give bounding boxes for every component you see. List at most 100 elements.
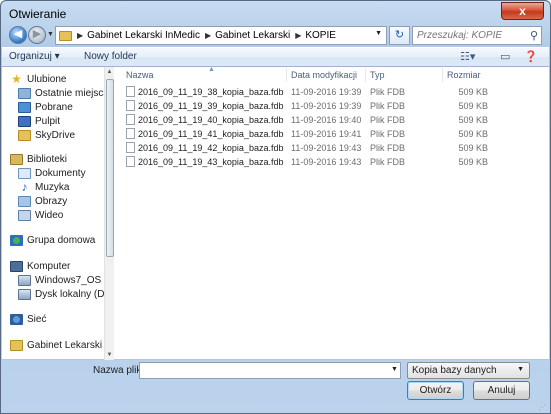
breadcrumb-item[interactable]: KOPIE: [305, 30, 336, 41]
drive-icon: [18, 288, 31, 300]
file-type: Plik FDB: [370, 129, 406, 139]
refresh-icon: ↻: [394, 29, 405, 41]
close-icon: x: [519, 4, 526, 18]
view-options-icon[interactable]: ☷▾: [460, 50, 475, 63]
breadcrumb-item[interactable]: Gabinet Lekarski ▶: [215, 30, 305, 41]
nav-item-favorites[interactable]: ★ Ulubione: [10, 72, 112, 86]
desktop-icon: [18, 115, 31, 127]
scroll-down-icon[interactable]: ▼: [105, 352, 114, 358]
breadcrumb-chevron-icon[interactable]: ▶: [295, 31, 301, 40]
back-arrow-icon: ◀: [13, 28, 23, 40]
file-name: 2016_09_11_19_41_kopia_baza.fdb: [138, 129, 284, 139]
file-row[interactable]: 2016_09_11_19_41_kopia_baza.fdb 11-09-20…: [115, 127, 549, 141]
forward-button[interactable]: ▶: [28, 26, 46, 44]
refresh-button[interactable]: ↻: [389, 26, 410, 45]
file-type-filter-select[interactable]: Kopia bazy danych ▼: [407, 362, 530, 379]
file-icon: [126, 142, 135, 153]
file-date: 11-09-2016 19:43: [291, 157, 362, 167]
scroll-up-icon[interactable]: ▲: [105, 69, 114, 75]
new-folder-button[interactable]: Nowy folder: [84, 51, 137, 62]
file-size: 509 KB: [458, 157, 488, 167]
column-divider[interactable]: [365, 68, 366, 82]
open-file-dialog: Otwieranie x ◀ ▶ ▼ ▶ Gabinet Lekarski In…: [0, 0, 551, 414]
column-divider[interactable]: [286, 68, 287, 82]
nav-item-local-drive[interactable]: Dysk lokalny (D:): [18, 287, 104, 301]
file-type: Plik FDB: [370, 157, 406, 167]
file-type: Plik FDB: [370, 101, 406, 111]
back-button[interactable]: ◀: [9, 26, 27, 44]
command-toolbar: Organizuj ▾ Nowy folder ☷▾ ▭ ❓: [2, 47, 549, 67]
folder-icon: [18, 129, 31, 141]
filename-dropdown-icon[interactable]: ▼: [391, 366, 398, 373]
file-list: ▲ Nazwa Data modyfikacji Typ Rozmiar 201…: [115, 66, 549, 360]
breadcrumb-item[interactable]: Gabinet Lekarski InMedic ▶: [87, 30, 215, 41]
file-date: 11-09-2016 19:40: [291, 115, 362, 125]
documents-icon: [18, 167, 31, 179]
filename-input[interactable]: [139, 362, 401, 379]
file-date: 11-09-2016 19:39: [291, 101, 362, 111]
file-size: 509 KB: [458, 101, 488, 111]
close-button[interactable]: x: [501, 2, 544, 20]
scrollbar-thumb[interactable]: [106, 79, 114, 257]
window-title: Otwieranie: [9, 7, 67, 21]
file-icon: [126, 156, 135, 167]
nav-item-computer[interactable]: Komputer: [10, 259, 112, 273]
folder-icon: [10, 339, 23, 351]
file-size: 509 KB: [458, 129, 488, 139]
file-icon: [126, 86, 135, 97]
file-type: Plik FDB: [370, 87, 406, 97]
dialog-footer: Nazwa pliku: ▼ Kopia bazy danych ▼ Otwór…: [1, 361, 550, 413]
file-type: Plik FDB: [370, 115, 406, 125]
file-row[interactable]: 2016_09_11_19_42_kopia_baza.fdb 11-09-20…: [115, 141, 549, 155]
column-type[interactable]: Typ: [370, 70, 385, 80]
nav-item-homegroup[interactable]: Grupa domowa: [10, 233, 112, 247]
column-size[interactable]: Rozmiar: [447, 70, 481, 80]
address-dropdown-icon[interactable]: ▼: [375, 30, 382, 37]
dialog-content: ★ Ulubione Ostatnie miejsca Pobrane Pulpi…: [2, 66, 549, 360]
title-bar: Otwieranie x: [1, 1, 550, 25]
resize-grip-icon[interactable]: ⋰: [538, 403, 546, 412]
file-icon: [126, 100, 135, 111]
organize-menu[interactable]: Organizuj ▾: [9, 51, 60, 62]
preview-pane-icon[interactable]: ▭: [500, 50, 510, 63]
nav-item-windows-drive[interactable]: Windows7_OS (C: [18, 273, 104, 287]
sort-ascending-icon: ▲: [208, 66, 215, 73]
file-type-filter-value: Kopia bazy danych: [412, 365, 497, 376]
column-divider[interactable]: [442, 68, 443, 82]
file-row[interactable]: 2016_09_11_19_43_kopia_baza.fdb 11-09-20…: [115, 155, 549, 169]
nav-scrollbar[interactable]: ▲ ▼: [104, 67, 114, 360]
file-name: 2016_09_11_19_42_kopia_baza.fdb: [138, 143, 284, 153]
file-icon: [126, 128, 135, 139]
search-input[interactable]: [413, 27, 523, 44]
search-icon[interactable]: ⚲: [530, 29, 538, 42]
computer-icon: [10, 260, 23, 272]
network-icon: [10, 313, 23, 325]
breadcrumb-separator-root[interactable]: ▶: [72, 31, 87, 40]
file-row[interactable]: 2016_09_11_19_39_kopia_baza.fdb 11-09-20…: [115, 99, 549, 113]
nav-item-network[interactable]: Sieć: [10, 312, 112, 326]
file-size: 509 KB: [458, 115, 488, 125]
file-date: 11-09-2016 19:39: [291, 87, 362, 97]
help-icon[interactable]: ❓: [524, 50, 538, 63]
nav-item-libraries[interactable]: Biblioteki: [10, 152, 112, 166]
cancel-button[interactable]: Anuluj: [473, 381, 530, 400]
pictures-icon: [18, 195, 31, 207]
file-date: 11-09-2016 19:41: [291, 129, 362, 139]
file-row[interactable]: 2016_09_11_19_40_kopia_baza.fdb 11-09-20…: [115, 113, 549, 127]
file-row[interactable]: 2016_09_11_19_38_kopia_baza.fdb 11-09-20…: [115, 85, 549, 99]
search-box[interactable]: ⚲: [412, 26, 542, 45]
drive-icon: [18, 274, 31, 286]
breadcrumb-chevron-icon[interactable]: ▶: [205, 31, 211, 40]
navigation-pane: ★ Ulubione Ostatnie miejsca Pobrane Pulpi…: [2, 67, 114, 360]
file-date: 11-09-2016 19:43: [291, 143, 362, 153]
downloads-icon: [18, 101, 31, 113]
nav-item-gabinet[interactable]: Gabinet Lekarski In: [10, 338, 104, 352]
chevron-down-icon: ▼: [517, 366, 524, 373]
recent-locations-dropdown[interactable]: ▼: [47, 31, 54, 38]
music-icon: ♪: [21, 180, 28, 194]
column-date[interactable]: Data modyfikacji: [291, 70, 357, 80]
column-name[interactable]: Nazwa: [126, 70, 154, 80]
open-button[interactable]: Otwórz: [407, 381, 464, 400]
address-bar[interactable]: ▶ Gabinet Lekarski InMedic ▶ Gabinet Leka…: [55, 26, 387, 45]
library-icon: [10, 153, 23, 165]
